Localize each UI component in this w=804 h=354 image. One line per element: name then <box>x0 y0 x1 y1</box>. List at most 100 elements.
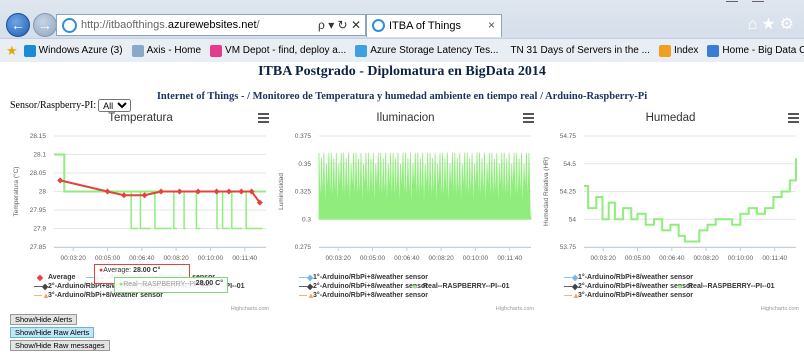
x-tick-label: 00:05:00 <box>360 255 386 262</box>
favorite-link[interactable]: Index <box>658 44 698 57</box>
favorite-link[interactable]: VM Depot - find, deploy a... <box>210 44 347 57</box>
x-tick-label: 00:06:40 <box>394 255 420 262</box>
legend-marker-icon: —◆ <box>299 282 314 291</box>
legend-item[interactable]: ● Real--RASPBERRY--PI--01 <box>674 282 775 291</box>
arrow-left-icon: ← <box>11 17 25 33</box>
url-prefix: http://itbaofthings. <box>81 19 168 31</box>
legend-item[interactable]: —◆1°-Arduino/RbPi+8/weather sensor <box>299 273 428 282</box>
average-point <box>104 188 111 195</box>
favorite-label: Axis - Home <box>146 45 202 56</box>
chart-menu-icon[interactable] <box>788 113 799 123</box>
y-axis-title: Luminosidad <box>278 173 285 210</box>
ie-tab-icon <box>372 19 385 32</box>
favorite-label: Azure Storage Latency Tes... <box>370 45 499 56</box>
x-tick-label: 00:06:40 <box>129 255 155 262</box>
legend-marker-icon: —▲ <box>564 291 580 300</box>
favorite-icon <box>210 44 223 57</box>
favorite-label: Home - Big Data COE <box>722 45 804 56</box>
y-tick-label: 27.85 <box>30 244 47 251</box>
favorites-bar: ★ Windows Azure (3) Axis - Home VM Depot -… <box>0 38 804 62</box>
favorites-star-icon[interactable]: ★ <box>6 43 18 59</box>
x-tick-label: 00:03:20 <box>61 255 87 262</box>
home-favorites-settings-icons[interactable]: ⌂★⚙ <box>748 14 798 34</box>
favorite-link[interactable]: Axis - Home <box>131 44 202 57</box>
x-tick-label: 00:11:40 <box>232 255 257 262</box>
y-tick-label: 0.275 <box>295 244 312 251</box>
legend-item[interactable]: —◆1°-Arduino/RbPi+8/weather sensor <box>564 273 693 282</box>
forward-button[interactable]: → <box>33 13 57 37</box>
show-hide-raw-alerts-button[interactable]: Show/Hide Raw Alerts <box>10 327 95 338</box>
y-tick-label: 54.5 <box>563 161 576 168</box>
legend-label: Real--RASPBERRY--PI--01 <box>688 283 775 290</box>
favorite-label: Windows Azure (3) <box>38 45 123 56</box>
chart-temperatura: 28.15 28.1 28.05 28 27.95 27.9 27.85 00:03:20 00… <box>8 110 273 316</box>
average-point <box>213 188 220 195</box>
address-tools-icons[interactable]: ρ ▾ ↻ ✕ <box>318 18 361 32</box>
url-suffix: / <box>256 19 260 31</box>
x-tick-label: 00:05:00 <box>95 255 121 262</box>
x-tick-label: 00:08:20 <box>428 255 454 262</box>
page-title: ITBA Postgrado - Diplomatura en BigData … <box>258 64 546 79</box>
legend-label: 1°-Arduino/RbPi+8/weather sensor <box>313 274 429 281</box>
x-tick-label: 00:08:20 <box>163 255 189 262</box>
average-point <box>120 192 127 199</box>
legend-label: 3°-Arduino/RbPi+8/weather sensor <box>313 292 429 299</box>
legend-item[interactable]: —▲ 3°-Arduino/RbPi+8/weather sensor <box>564 291 693 300</box>
x-tick-label: 00:03:20 <box>326 255 352 262</box>
tab-close-icon[interactable]: × <box>488 18 495 32</box>
chart-credits[interactable]: Highcharts.com <box>761 306 799 312</box>
favorite-icon <box>355 44 368 57</box>
x-tick-label: 00:05:00 <box>625 255 651 262</box>
legend-item[interactable]: ● Real--RASPBERRY--PI--01 <box>409 282 510 291</box>
x-tick-label: 00:10:00 <box>463 255 489 262</box>
show-hide-raw-messages-button[interactable]: Show/Hide Raw messages <box>10 340 110 351</box>
x-tick-label: 00:10:00 <box>198 255 224 262</box>
y-tick-label: 27.95 <box>30 207 47 214</box>
y-tick-label: 28 <box>39 189 47 196</box>
legend-marker-icon: —▲ <box>299 291 315 300</box>
ie-page-icon <box>62 18 77 33</box>
browser-chrome: ← → http://itbaofthings. azurewebsites.ne… <box>0 0 804 62</box>
average-point <box>176 188 183 195</box>
chart-title: Temperatura <box>108 112 173 124</box>
favorite-icon <box>23 44 36 57</box>
x-tick-label: 00:06:40 <box>659 255 685 262</box>
y-tick-label: 53.75 <box>560 244 577 251</box>
chart-credits[interactable]: Highcharts.com <box>496 306 534 312</box>
favorite-icon <box>658 44 671 57</box>
y-tick-label: 54.75 <box>560 133 577 140</box>
y-tick-label: 27.9 <box>33 226 46 233</box>
x-tick-label: 00:10:00 <box>728 255 754 262</box>
favorite-link[interactable]: Home - Big Data COE <box>707 44 804 57</box>
legend-marker-icon: ● <box>412 282 418 291</box>
legend-marker-icon: —▲ <box>34 291 50 300</box>
address-bar[interactable]: http://itbaofthings. azurewebsites.net / ρ… <box>56 14 366 36</box>
legend-item[interactable]: —▲ 3°-Arduino/RbPi+8/weather sensor <box>299 291 428 300</box>
legend-item[interactable]: ◆ Average <box>34 273 75 282</box>
favorite-link[interactable]: TN 31 Days of Servers in the ... <box>507 45 650 57</box>
favorite-link[interactable]: Windows Azure (3) <box>23 44 123 57</box>
favorite-link[interactable]: Azure Storage Latency Tes... <box>355 44 499 57</box>
y-tick-label: 0.3 <box>302 216 311 223</box>
back-button[interactable]: ← <box>6 13 30 37</box>
window-controls[interactable] <box>726 0 796 8</box>
favorite-label: VM Depot - find, deploy a... <box>225 45 347 56</box>
chart-menu-icon[interactable] <box>258 113 269 123</box>
y-tick-label: 28.1 <box>33 152 46 159</box>
tab-itba-of-things[interactable]: ITBA of Things × <box>366 14 502 37</box>
y-tick-label: 54.25 <box>560 189 577 196</box>
favorite-icon <box>707 44 720 57</box>
favorite-label: TN 31 Days of Servers in the ... <box>510 45 650 56</box>
chart-title: Iluminacion <box>376 112 435 124</box>
favorite-icon <box>131 44 144 57</box>
tooltip-real-value: 28.00 C° <box>195 280 223 287</box>
series-real-area <box>318 152 532 220</box>
average-point <box>57 177 64 184</box>
tab-title: ITBA of Things <box>389 20 461 32</box>
x-tick-label: 00:03:20 <box>591 255 617 262</box>
x-tick-label: 00:08:20 <box>693 255 719 262</box>
legend-label: 3°-Arduino/RbPi+8/weather sensor <box>48 292 164 299</box>
chart-credits[interactable]: Highcharts.com <box>231 306 269 312</box>
show-hide-alerts-button[interactable]: Show/Hide Alerts <box>10 314 78 325</box>
chart-menu-icon[interactable] <box>523 113 534 123</box>
